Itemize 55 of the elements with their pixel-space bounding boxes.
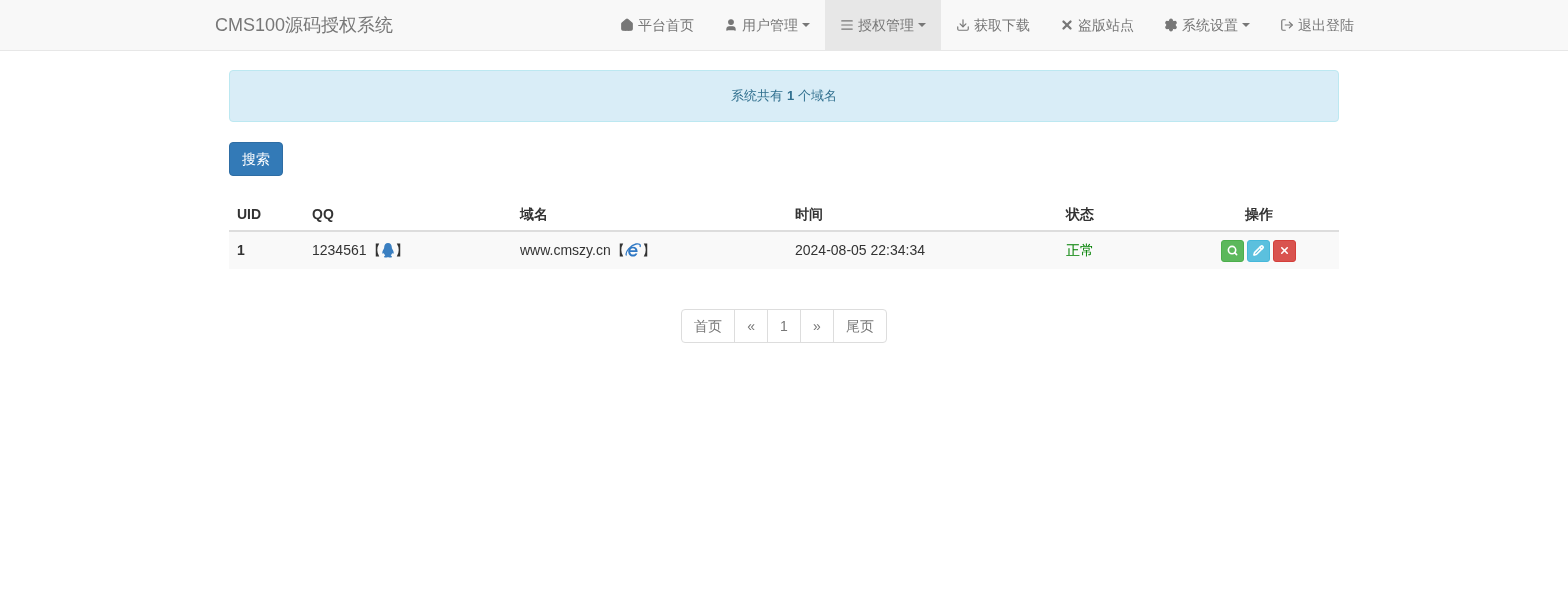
- nav-item[interactable]: 授权管理: [825, 0, 941, 50]
- nav-label: 系统设置: [1182, 15, 1238, 35]
- pagination-link[interactable]: 尾页: [832, 309, 887, 343]
- time-cell-text: 2024-08-05 22:34:34: [795, 241, 925, 260]
- pagination-link[interactable]: 首页: [681, 309, 736, 343]
- brand-title[interactable]: CMS100源码授权系统: [215, 11, 394, 39]
- list-icon: [840, 18, 854, 32]
- uid-cell-text: 1: [237, 241, 245, 260]
- settings-icon: [1164, 18, 1178, 32]
- caret-icon: [1242, 23, 1250, 27]
- search-button[interactable]: 搜索: [229, 142, 283, 176]
- view-button[interactable]: [1221, 239, 1244, 262]
- bracket: 【: [366, 241, 381, 260]
- nav-item[interactable]: 系统设置: [1149, 0, 1265, 50]
- close-icon: [1279, 245, 1290, 256]
- caret-icon: [802, 23, 810, 27]
- nav-label: 退出登陆: [1298, 15, 1354, 35]
- nav-item[interactable]: 退出登陆: [1265, 0, 1369, 50]
- column-header: UID: [237, 204, 262, 224]
- status-cell-text: 正常: [1066, 241, 1094, 260]
- bracket: 【: [610, 241, 625, 260]
- close-icon: [1060, 18, 1074, 32]
- nav-label: 授权管理: [858, 15, 914, 35]
- column-header: 时间: [795, 204, 823, 224]
- qq-cell-text: 1234561: [312, 241, 367, 260]
- caret-icon: [918, 23, 926, 27]
- column-header: 域名: [520, 204, 548, 224]
- column-header: QQ: [312, 204, 334, 224]
- pencil-icon: [1253, 245, 1264, 256]
- penguin-icon: [380, 243, 395, 258]
- nav-item[interactable]: 用户管理: [709, 0, 825, 50]
- pagination-link[interactable]: »: [799, 309, 834, 343]
- pagination-link[interactable]: 1: [767, 309, 801, 343]
- nav-label: 盗版站点: [1078, 15, 1134, 35]
- bracket: 】: [641, 241, 656, 260]
- download-icon: [956, 18, 970, 32]
- nav-label: 用户管理: [742, 15, 798, 35]
- home-icon: [620, 18, 634, 32]
- domain-cell-text: www.cmszy.cn: [520, 241, 611, 260]
- nav-item[interactable]: 盗版站点: [1045, 0, 1149, 50]
- column-header: 状态: [1066, 204, 1094, 224]
- nav-item[interactable]: 平台首页: [605, 0, 709, 50]
- logout-icon: [1280, 18, 1294, 32]
- nav-item[interactable]: 获取下载: [941, 0, 1045, 50]
- nav-label: 获取下载: [974, 15, 1030, 35]
- bracket: 】: [394, 241, 409, 260]
- browser-e-icon: [624, 243, 642, 258]
- edit-button[interactable]: [1247, 239, 1270, 262]
- pagination-link[interactable]: «: [734, 309, 769, 343]
- search-icon: [1227, 245, 1238, 256]
- column-header: 操作: [1244, 204, 1273, 224]
- alert-text: 系统共有 1 个域名: [731, 87, 837, 106]
- nav-label: 平台首页: [638, 15, 694, 35]
- user-icon: [724, 18, 738, 32]
- delete-button[interactable]: [1273, 239, 1296, 262]
